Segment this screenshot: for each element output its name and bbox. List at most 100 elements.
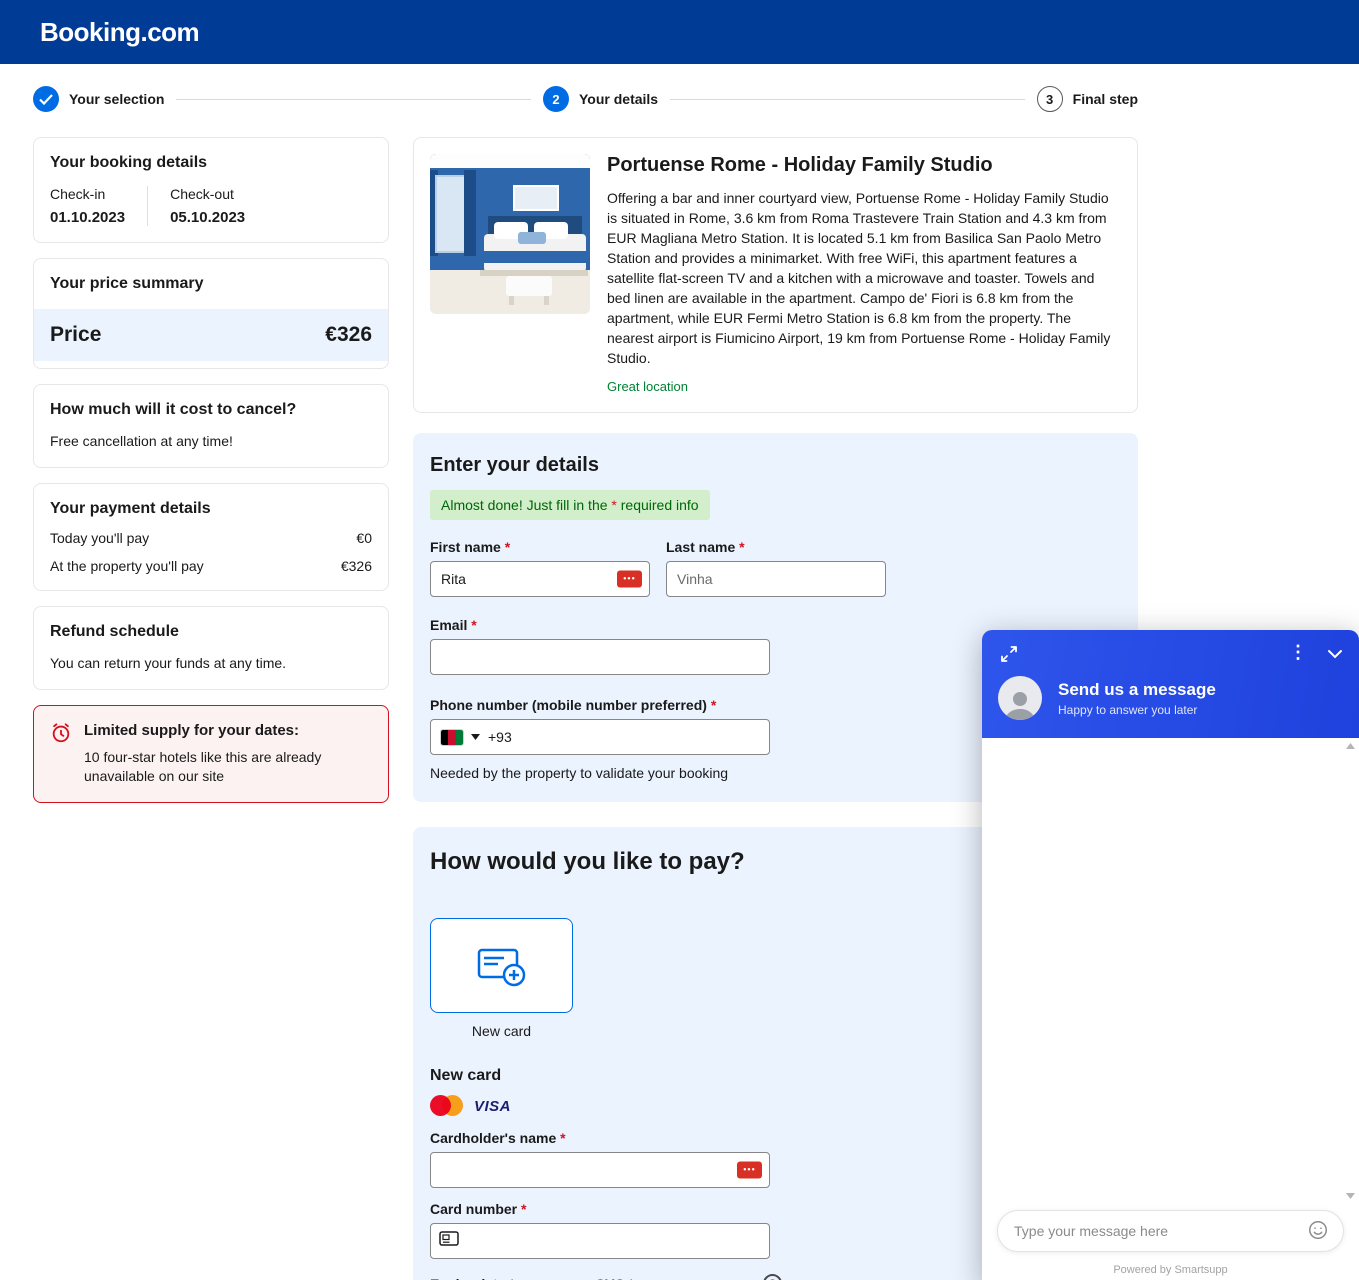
- stepper-divider: [670, 99, 1025, 100]
- credit-card-icon: [439, 1231, 459, 1251]
- last-name-block: Last name *: [666, 539, 886, 597]
- mastercard-icon: [430, 1095, 464, 1117]
- limited-supply-content: Limited supply for your dates: 10 four-s…: [84, 722, 324, 786]
- pay-property-value: €326: [341, 558, 372, 574]
- cancellation-title: How much will it cost to cancel?: [50, 401, 372, 419]
- scroll-up-arrow[interactable]: [1346, 743, 1355, 749]
- great-location-link[interactable]: Great location: [607, 379, 688, 394]
- chat-menu-icon[interactable]: ⋮: [1289, 643, 1307, 661]
- card-number-label-text: Card number: [430, 1201, 517, 1217]
- step-2-circle: 2: [543, 86, 569, 112]
- step-2-label: Your details: [579, 91, 658, 107]
- expand-chat-icon[interactable]: [1000, 645, 1018, 668]
- required-asterisk: *: [739, 539, 744, 555]
- payment-details-card: Your payment details Today you'll pay €0…: [33, 483, 389, 591]
- booking-checkout-page: Booking.com Your selection 2 Your detail…: [0, 0, 1359, 1280]
- refund-title: Refund schedule: [50, 623, 372, 641]
- required-asterisk: *: [560, 1130, 565, 1146]
- chat-widget: ⋮ Send us a message Happy to answer you …: [982, 630, 1359, 1280]
- required-asterisk: *: [521, 1201, 526, 1217]
- booking-summary-sidebar: Your booking details Check-in 01.10.2023…: [33, 137, 389, 803]
- password-manager-icon[interactable]: [617, 571, 642, 588]
- alarm-clock-icon: [50, 722, 72, 786]
- step-1-check-circle: [33, 86, 59, 112]
- step-your-selection[interactable]: Your selection: [33, 86, 164, 112]
- required-asterisk: *: [628, 1276, 633, 1280]
- first-name-label-text: First name: [430, 539, 501, 555]
- cardholder-input[interactable]: [430, 1152, 770, 1188]
- card-number-input[interactable]: [430, 1223, 770, 1259]
- enter-details-title: Enter your details: [430, 454, 1121, 477]
- limited-supply-title: Limited supply for your dates:: [84, 722, 324, 739]
- top-navigation-bar: Booking.com: [0, 0, 1359, 64]
- chat-powered-by: Powered by Smartsupp: [982, 1256, 1359, 1280]
- email-block: Email *: [430, 617, 770, 675]
- property-card: Portuense Rome - Holiday Family Studio O…: [413, 137, 1138, 413]
- booking-details-card: Your booking details Check-in 01.10.2023…: [33, 137, 389, 243]
- notice-suffix: required info: [617, 497, 699, 513]
- chat-header: ⋮ Send us a message Happy to answer you …: [982, 630, 1359, 738]
- pay-property-label: At the property you'll pay: [50, 558, 204, 574]
- phone-prefix-value: +93: [488, 729, 512, 745]
- email-label: Email *: [430, 617, 770, 633]
- chat-input-row: [982, 1204, 1359, 1256]
- email-input[interactable]: [430, 639, 770, 675]
- notice-prefix: Almost done! Just fill in the: [441, 497, 611, 513]
- checkin-checkout-row: Check-in 01.10.2023 Check-out 05.10.2023: [50, 186, 372, 226]
- cvc-help-icon[interactable]: ?: [763, 1274, 782, 1280]
- chat-message-area: [982, 738, 1359, 1204]
- minimize-chat-icon[interactable]: [1327, 646, 1343, 664]
- checkout-stepper: Your selection 2 Your details 3 Final st…: [33, 86, 1138, 112]
- pay-today-value: €0: [356, 530, 372, 546]
- check-icon: [39, 94, 53, 105]
- price-card-spacer: [34, 361, 388, 368]
- card-number-label: Card number *: [430, 1201, 770, 1217]
- step-1-label: Your selection: [69, 91, 164, 107]
- last-name-input[interactable]: [666, 561, 886, 597]
- new-card-icon: [476, 944, 528, 988]
- price-row: Price €326: [34, 309, 388, 361]
- checkout-date: 05.10.2023: [170, 209, 245, 226]
- chat-message-input[interactable]: [997, 1210, 1344, 1252]
- visa-icon: VISA: [474, 1098, 511, 1115]
- refund-body: You can return your funds at any time.: [50, 654, 372, 673]
- property-info: Portuense Rome - Holiday Family Studio O…: [607, 154, 1121, 396]
- agent-avatar: [998, 676, 1042, 720]
- payment-details-title: Your payment details: [50, 500, 372, 518]
- cancellation-body: Free cancellation at any time!: [50, 432, 372, 451]
- stepper-divider: [176, 99, 531, 100]
- emoji-icon[interactable]: [1307, 1219, 1329, 1241]
- price-summary-title: Your price summary: [50, 275, 372, 293]
- card-number-block: Card number *: [430, 1201, 770, 1259]
- cancellation-card: How much will it cost to cancel? Free ca…: [33, 384, 389, 468]
- pay-property-row: At the property you'll pay €326: [50, 558, 372, 574]
- limited-supply-alert: Limited supply for your dates: 10 four-s…: [33, 705, 389, 803]
- required-asterisk: *: [505, 539, 510, 555]
- name-fields-row: First name * Last name *: [430, 539, 1121, 597]
- cvc-label: CVC *: [595, 1276, 763, 1280]
- expiry-cvc-labels-row: Expiry date * CVC * ?: [430, 1274, 782, 1280]
- email-label-text: Email: [430, 617, 467, 633]
- first-name-label: First name *: [430, 539, 650, 555]
- checkin-label: Check-in: [50, 186, 125, 202]
- last-name-label: Last name *: [666, 539, 886, 555]
- cardholder-block: Cardholder's name *: [430, 1130, 770, 1188]
- password-manager-icon[interactable]: [737, 1162, 762, 1179]
- chat-title: Send us a message: [1058, 680, 1216, 700]
- new-card-option[interactable]: [430, 918, 573, 1013]
- phone-input[interactable]: +93: [430, 719, 770, 755]
- cardholder-label-text: Cardholder's name: [430, 1130, 556, 1146]
- first-name-block: First name *: [430, 539, 650, 597]
- phone-label-text: Phone number (mobile number preferred): [430, 697, 707, 713]
- cardholder-label: Cardholder's name *: [430, 1130, 770, 1146]
- scroll-down-arrow[interactable]: [1346, 1193, 1355, 1199]
- property-photo: [430, 154, 590, 314]
- property-description: Offering a bar and inner courtyard view,…: [607, 188, 1121, 368]
- cvc-label-text: CVC: [595, 1276, 625, 1280]
- step-your-details: 2 Your details: [543, 86, 658, 112]
- country-flag-icon[interactable]: [441, 730, 463, 745]
- refund-schedule-card: Refund schedule You can return your fund…: [33, 606, 389, 690]
- booking-logo[interactable]: Booking.com: [40, 17, 199, 48]
- checkout-column: Check-out 05.10.2023: [170, 186, 245, 226]
- chevron-down-icon: [471, 734, 480, 740]
